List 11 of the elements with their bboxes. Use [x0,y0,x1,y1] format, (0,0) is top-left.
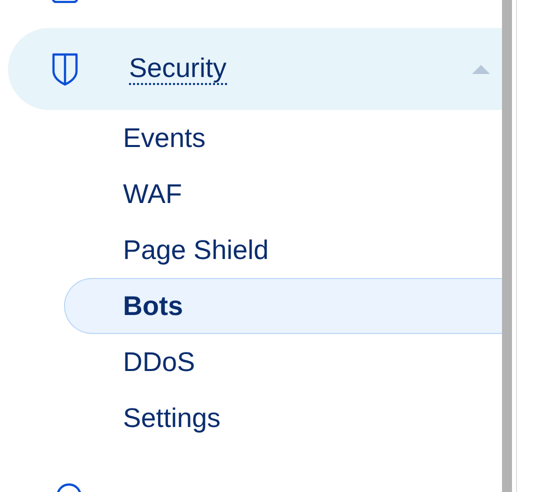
section-label: Security [129,53,227,85]
sub-nav-item[interactable]: WAF [64,166,502,222]
scrollbar[interactable] [502,0,512,492]
sub-nav-item[interactable]: Page Shield [64,222,502,278]
caret-icon[interactable] [472,64,490,74]
sub-nav-item[interactable]: Events [64,110,502,166]
sub-nav-item[interactable]: Bots [64,278,502,334]
shield-icon [52,52,78,86]
security-nav-item[interactable]: Security [8,28,502,110]
sub-nav-item[interactable]: DDoS [64,334,502,390]
sub-nav-item[interactable]: Settings [64,390,502,446]
